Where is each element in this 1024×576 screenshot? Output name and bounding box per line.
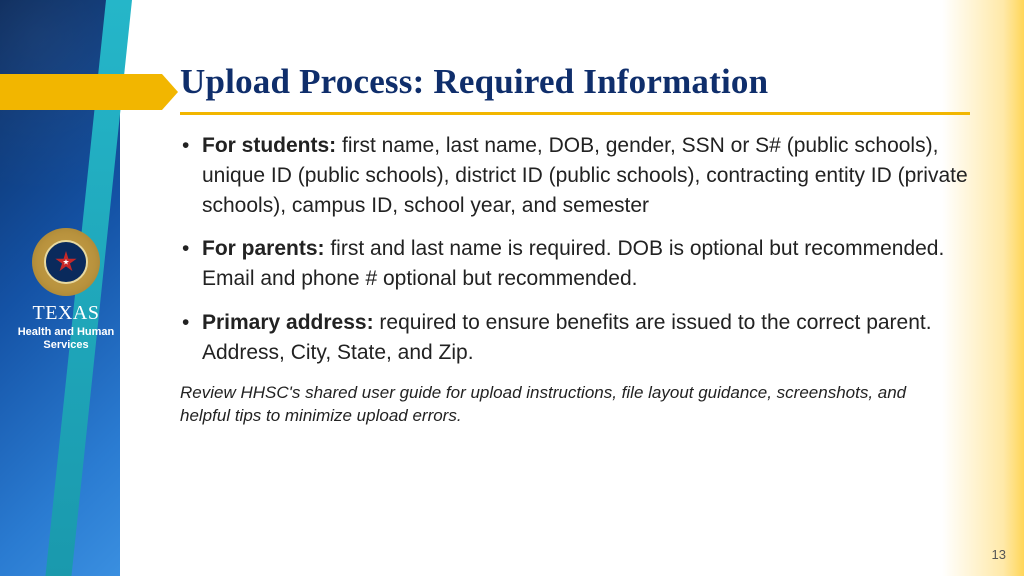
logo-text-main: TEXAS [14,302,118,325]
bullet-label: Primary address: [202,311,374,334]
seal-inner-icon [44,240,88,284]
bullet-item-address: Primary address: required to ensure bene… [180,308,970,368]
seal-icon [32,228,100,296]
page-number: 13 [992,547,1006,562]
title-underline [180,112,970,115]
bullet-item-parents: For parents: first and last name is requ… [180,234,970,294]
arrow-head-icon [162,74,178,110]
agency-logo: TEXAS Health and Human Services [14,228,118,351]
bullet-label: For parents: [202,237,325,260]
logo-sub-line2: Services [43,339,88,351]
arrow-bar [0,74,162,110]
content-area: Upload Process: Required Information For… [180,62,980,428]
footnote: Review HHSC's shared user guide for uplo… [180,382,960,428]
slide: TEXAS Health and Human Services Upload P… [0,0,1024,576]
slide-title: Upload Process: Required Information [180,62,980,102]
star-icon [55,251,77,273]
bullet-item-students: For students: first name, last name, DOB… [180,131,970,220]
bullet-label: For students: [202,134,336,157]
bullet-list: For students: first name, last name, DOB… [180,131,970,368]
logo-sub-line1: Health and Human [18,326,115,338]
logo-text-sub: Health and Human Services [14,326,118,351]
